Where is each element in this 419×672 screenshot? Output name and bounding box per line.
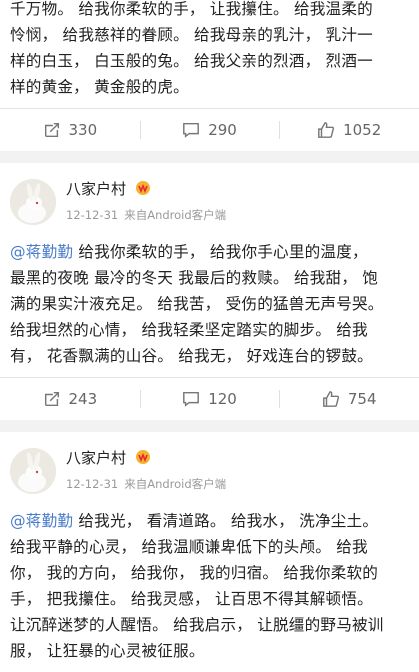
like-icon — [318, 122, 335, 138]
comment-button[interactable]: 290 — [139, 109, 280, 151]
avatar[interactable] — [10, 448, 56, 494]
separator — [0, 151, 419, 163]
repost-icon — [44, 391, 59, 407]
username[interactable]: 八家户村 — [66, 179, 151, 199]
repost-count: 330 — [68, 121, 98, 139]
post-line: 怜悯， 给我慈祥的眷顾。 给我母亲的乳汁， 乳汁一 — [10, 26, 373, 44]
repost-button[interactable]: 243 — [0, 378, 140, 420]
post-line: 有， 花香飘满的山谷。 给我无， 好戏连台的锣鼓。 — [10, 347, 373, 365]
like-button[interactable]: 1052 — [279, 109, 419, 151]
comment-icon — [183, 391, 200, 407]
post-header: 八家户村 12-12-31 来自Android客户端 — [0, 163, 419, 261]
comment-count: 120 — [208, 390, 237, 408]
post-date: 12-12-31 — [66, 208, 119, 222]
vip-badge-icon — [135, 450, 150, 464]
post-line: 给我平静的心灵， 给我温顺谦卑低下的头颅。 给我 — [10, 538, 368, 556]
post-source: 来自Android客户端 — [124, 477, 227, 491]
comment-icon — [183, 122, 200, 138]
post-header: 八家户村 12-12-31 来自Android客户端 — [0, 432, 419, 530]
avatar[interactable] — [10, 179, 56, 225]
post-line: 样的白玉， 白玉般的兔。 给我父亲的烈酒， 烈酒一 — [10, 52, 373, 70]
username-text: 八家户村 — [66, 449, 127, 467]
post-meta: 12-12-31 来自Android客户端 — [66, 207, 226, 223]
repost-count: 243 — [68, 390, 98, 408]
vip-badge-icon — [135, 181, 150, 195]
post-line: 千万物。 给我你柔软的手， 让我攥住。 给我温柔的 — [10, 0, 373, 18]
repost-icon — [44, 122, 59, 138]
username-text: 八家户村 — [66, 180, 127, 198]
like-count: 1052 — [343, 121, 382, 139]
post-line: 满的果实汁液充足。 给我苦， 受伤的猛兽无声号哭。 — [10, 295, 384, 313]
post-body: @蒋勤勤 给我光， 看清道路。 给我水， 洗净尘土。 给我平静的心灵， 给我温顺… — [0, 508, 419, 664]
comment-button[interactable]: 120 — [139, 378, 280, 420]
post-card-2: 八家户村 12-12-31 来自Android客户端 @蒋勤勤 给我你柔软的手， … — [0, 163, 419, 420]
repost-button[interactable]: 330 — [0, 109, 140, 151]
post-body: 千万物。 给我你柔软的手， 让我攥住。 给我温柔的 怜悯， 给我慈祥的眷顾。 给… — [0, 0, 419, 100]
action-bar: 243 120 754 — [0, 377, 419, 420]
post-meta: 12-12-31 来自Android客户端 — [66, 476, 226, 492]
separator — [0, 420, 419, 432]
rabbit-avatar — [10, 448, 56, 494]
action-bar: 330 290 1052 — [0, 108, 419, 151]
like-count: 754 — [347, 390, 377, 408]
post-card-1: 千万物。 给我你柔软的手， 让我攥住。 给我温柔的 怜悯， 给我慈祥的眷顾。 给… — [0, 0, 419, 151]
like-button[interactable]: 754 — [279, 378, 419, 420]
post-line: 你， 我的方向， 给我你， 我的归宿。 给我你柔软的 — [10, 564, 379, 582]
post-line: 让沉醉迷梦的人醒悟。 给我启示， 让脱缰的野马被训 — [10, 616, 384, 634]
post-line: 样的黄金， 黄金般的虎。 — [10, 78, 189, 96]
username[interactable]: 八家户村 — [66, 448, 151, 468]
post-card-3: 八家户村 12-12-31 来自Android客户端 @蒋勤勤 给我光， 看清道路… — [0, 432, 419, 672]
post-date: 12-12-31 — [66, 477, 119, 491]
post-line: 最黑的夜晚 最冷的冬天 我最后的救赎。 给我甜， 饱 — [10, 269, 379, 287]
comment-count: 290 — [208, 121, 237, 139]
post-line: 服， 让狂暴的心灵被征服。 — [10, 642, 205, 660]
like-icon — [322, 391, 339, 407]
rabbit-avatar — [10, 179, 56, 225]
post-line: 给我坦然的心情， 给我轻柔坚定踏实的脚步。 给我 — [10, 321, 368, 339]
post-source: 来自Android客户端 — [124, 208, 227, 222]
post-line: 手， 把我攥住。 给我灵感， 让百思不得其解顿悟。 — [10, 590, 373, 608]
